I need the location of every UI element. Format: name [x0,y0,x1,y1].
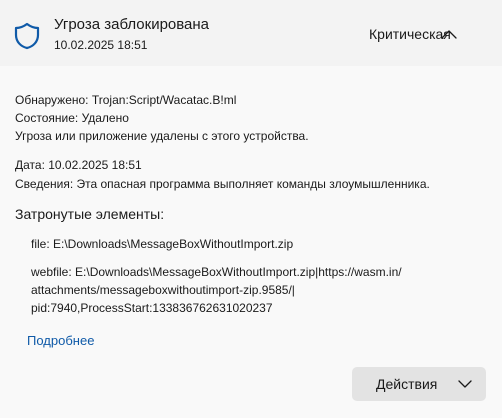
chevron-up-icon[interactable] [440,28,458,40]
affected-file: file: E:\Downloads\MessageBoxWithoutImpo… [31,237,294,251]
detected-label: Обнаружено: [15,93,89,107]
affected-webfile-line2: attachments/messageboxwithoutimport-zip.… [31,283,295,297]
affected-webfile-line1: webfile: E:\Downloads\MessageBoxWithoutI… [31,265,402,279]
threat-date: 10.02.2025 18:51 [54,38,148,52]
info-value: Эта опасная программа выполняет команды … [76,177,430,191]
severity-label: Критическая [369,26,451,42]
status-value: Удалено [81,111,129,125]
date-row: Дата: 10.02.2025 18:51 [15,158,142,172]
learn-more-link[interactable]: Подробнее [27,333,94,348]
affected-items-title: Затронутые элементы: [15,206,165,222]
detected-value: Trojan:Script/Wacatac.B!ml [91,93,237,107]
date-value: 10.02.2025 18:51 [48,158,142,172]
threat-title: Угроза заблокирована [54,16,210,33]
detected-row: Обнаружено: Trojan:Script/Wacatac.B!ml [15,93,236,107]
threat-header[interactable]: Угроза заблокирована 10.02.2025 18:51 Кр… [0,0,502,66]
chevron-down-icon [458,380,472,388]
status-label: Состояние: [15,111,79,125]
date-label: Дата: [15,158,45,172]
threat-card: Угроза заблокирована 10.02.2025 18:51 Кр… [0,0,502,418]
status-row: Состояние: Удалено [15,111,129,125]
actions-label: Действия [376,376,438,392]
info-row: Сведения: Эта опасная программа выполняе… [15,177,430,191]
shield-icon [14,22,40,50]
affected-webfile-line3: pid:7940,ProcessStart:133836762631020237 [31,301,273,315]
actions-button[interactable]: Действия [352,367,486,401]
status-note: Угроза или приложение удалены с этого ус… [15,129,309,143]
info-label: Сведения: [15,177,74,191]
